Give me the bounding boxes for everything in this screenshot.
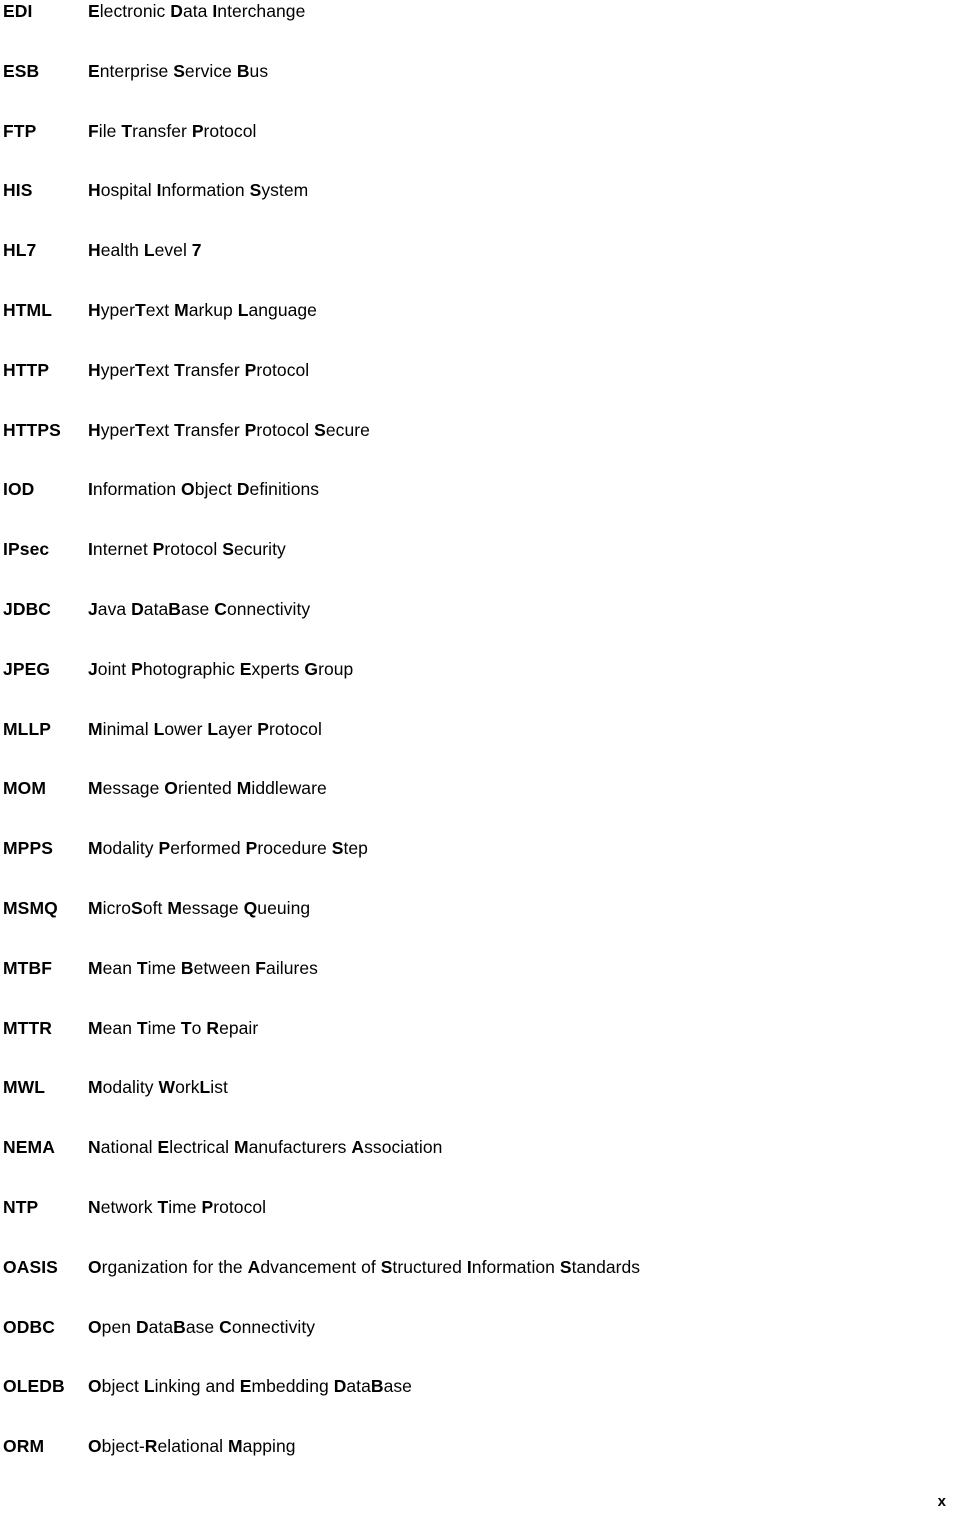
glossary-definition: Electronic Data Interchange — [88, 1, 306, 21]
glossary-term: HTML — [3, 299, 52, 320]
glossary-entry: MLLP Minimal Lower Layer Protocol — [0, 718, 960, 778]
glossary-definition: Organization for the Advancement of Stru… — [88, 1256, 641, 1277]
glossary-definition: Enterprise Service Bus — [88, 60, 269, 81]
glossary-definition: Minimal Lower Layer Protocol — [88, 718, 322, 739]
glossary-definition: Hospital Information System — [88, 180, 309, 201]
glossary-definition: HyperText Markup Language — [88, 299, 317, 320]
glossary-term: HTTPS — [3, 419, 61, 440]
glossary-definition: Joint Photographic Experts Group — [88, 658, 354, 679]
glossary-entry: MPPS Modality Performed Procedure Step — [0, 837, 960, 897]
document-page: EDI Electronic Data Interchange ESB Enterpr… — [0, 0, 960, 1519]
glossary-entry: OASIS Organization for the Advancement of… — [0, 1256, 960, 1316]
glossary-definition: Health Level 7 — [88, 240, 202, 261]
glossary-definition: Object-Relational Mapping — [88, 1436, 296, 1457]
glossary-entry: MWL Modality WorkList — [0, 1076, 960, 1136]
glossary-term: MTBF — [3, 957, 52, 978]
glossary-entry: HIS Hospital Information System — [0, 179, 960, 239]
glossary-term: HL7 — [3, 240, 37, 261]
glossary-entry: MTTR Mean Time To Repair — [0, 1017, 960, 1077]
glossary-definition: Information Object Definitions — [88, 479, 320, 500]
glossary-definition: National Electrical Manufacturers Associ… — [88, 1137, 443, 1158]
glossary-term: MOM — [3, 778, 47, 799]
glossary-definition: HyperText Transfer Protocol Secure — [88, 419, 370, 440]
glossary-entry: FTP File Transfer Protocol — [0, 120, 960, 180]
glossary-entry: EDI Electronic Data Interchange — [0, 0, 960, 60]
glossary-definition: HyperText Transfer Protocol — [88, 359, 310, 380]
glossary-entry: JDBC Java DataBase Connectivity — [0, 598, 960, 658]
glossary-entry: ORM Object-Relational Mapping — [0, 1435, 960, 1495]
glossary-entry: MOM Message Oriented Middleware — [0, 777, 960, 837]
glossary-term: EDI — [3, 1, 33, 21]
glossary-definition: Open DataBase Connectivity — [88, 1316, 316, 1337]
glossary-entry: NTP Network Time Protocol — [0, 1196, 960, 1256]
glossary-definition: Message Oriented Middleware — [88, 778, 327, 799]
glossary-definition: Mean Time Between Failures — [88, 957, 318, 978]
glossary-entry: IOD Information Object Definitions — [0, 478, 960, 538]
glossary-definition: Object Linking and Embedding DataBase — [88, 1376, 412, 1397]
glossary-entry: ESB Enterprise Service Bus — [0, 60, 960, 120]
glossary-term: ORM — [3, 1436, 45, 1457]
glossary-term: NTP — [3, 1196, 39, 1217]
glossary-term: ESB — [3, 60, 40, 81]
glossary-entry: MTBF Mean Time Between Failures — [0, 957, 960, 1017]
glossary-entry: MSMQ MicroSoft Message Queuing — [0, 897, 960, 957]
glossary-term: ODBC — [3, 1316, 55, 1337]
glossary-entry: HTML HyperText Markup Language — [0, 299, 960, 359]
glossary-list: EDI Electronic Data Interchange ESB Enterpr… — [0, 0, 960, 1495]
glossary-entry: HL7 Health Level 7 — [0, 239, 960, 299]
glossary-term: MWL — [3, 1077, 46, 1098]
glossary-term: JPEG — [3, 658, 51, 679]
glossary-entry: JPEG Joint Photographic Experts Group — [0, 658, 960, 718]
glossary-term: HTTP — [3, 359, 50, 380]
glossary-entry: IPsec Internet Protocol Security — [0, 538, 960, 598]
glossary-entry: HTTPS HyperText Transfer Protocol Secure — [0, 419, 960, 479]
glossary-entry: NEMA National Electrical Manufacturers As… — [0, 1136, 960, 1196]
glossary-term: MTTR — [3, 1017, 52, 1038]
glossary-term: MPPS — [3, 838, 53, 859]
glossary-term: OLEDB — [3, 1376, 65, 1397]
glossary-definition: Mean Time To Repair — [88, 1017, 259, 1038]
glossary-term: OASIS — [3, 1256, 58, 1277]
page-number: x — [937, 1493, 946, 1510]
glossary-definition: File Transfer Protocol — [88, 120, 257, 141]
glossary-term: FTP — [3, 120, 37, 141]
glossary-term: NEMA — [3, 1137, 55, 1158]
glossary-definition: Network Time Protocol — [88, 1196, 267, 1217]
glossary-definition: Modality WorkList — [88, 1077, 228, 1098]
glossary-definition: Java DataBase Connectivity — [88, 598, 311, 619]
glossary-term: MSMQ — [3, 897, 58, 918]
glossary-term: JDBC — [3, 598, 52, 619]
glossary-definition: Modality Performed Procedure Step — [88, 838, 368, 859]
glossary-term: IPsec — [3, 539, 50, 560]
glossary-entry: ODBC Open DataBase Connectivity — [0, 1316, 960, 1376]
glossary-definition: Internet Protocol Security — [88, 539, 286, 560]
glossary-definition: MicroSoft Message Queuing — [88, 897, 311, 918]
glossary-term: HIS — [3, 180, 33, 201]
glossary-term: MLLP — [3, 718, 52, 739]
glossary-entry: OLEDB Object Linking and Embedding DataBa… — [0, 1375, 960, 1435]
glossary-entry: HTTP HyperText Transfer Protocol — [0, 359, 960, 419]
glossary-term: IOD — [3, 479, 35, 500]
